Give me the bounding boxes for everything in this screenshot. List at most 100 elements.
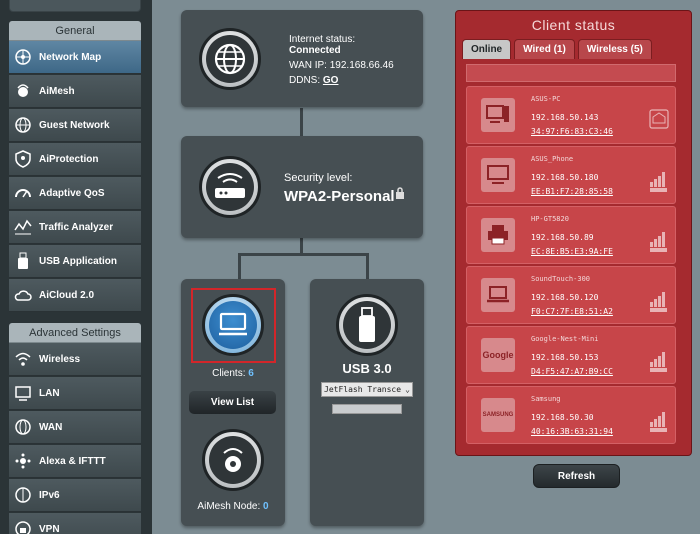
tab-wireless[interactable]: Wireless (5): [577, 39, 652, 59]
signal-strength-icon: [649, 169, 669, 193]
ipv6-icon: [13, 485, 33, 505]
sidebar-item-guest-network[interactable]: Guest Network: [9, 109, 141, 142]
signal-strength-icon: [649, 289, 669, 313]
client-ip: 192.168.50.30: [531, 413, 594, 422]
wireless-icon: [13, 349, 33, 369]
security-level-value: WPA2-Personal: [284, 188, 395, 205]
client-row[interactable]: SoundTouch-300 192.168.50.120 F0:C7:7F:E…: [466, 266, 676, 324]
client-ip: 192.168.50.180: [531, 173, 599, 182]
aimesh-node-icon[interactable]: [202, 429, 264, 491]
connector-line: [366, 253, 369, 279]
usb-card: USB 3.0 JetFlash Transce ⌄: [310, 279, 424, 526]
client-row[interactable]: ASUS-PC 192.168.50.143 34:97:F6:83:C3:46: [466, 86, 676, 144]
client-row[interactable]: SAMSUNG Samsung 192.168.50.30 40:16:3B:6…: [466, 386, 676, 444]
client-search-input[interactable]: [466, 64, 676, 82]
client-name: Samsung: [531, 395, 561, 403]
ddns-label: DDNS:: [289, 75, 321, 86]
client-status-title: Client status: [531, 17, 616, 33]
sidebar-item-wan[interactable]: WAN: [9, 411, 141, 444]
client-mac[interactable]: D4:F5:47:A7:B9:CC: [531, 367, 613, 376]
clients-monitor-icon[interactable]: [202, 294, 264, 356]
globe-icon: [199, 28, 261, 90]
usb-icon: [13, 251, 33, 271]
sidebar-item-alexa-ifttt[interactable]: Alexa & IFTTT: [9, 445, 141, 478]
aiprotection-icon: [13, 149, 33, 169]
sidebar-item-ipv6[interactable]: IPv6: [9, 479, 141, 512]
connector-line: [238, 253, 368, 256]
lock-icon: [395, 186, 405, 204]
client-row[interactable]: Google Google-Nest-Mini 192.168.50.153 D…: [466, 326, 676, 384]
sidebar-item-wireless[interactable]: Wireless: [9, 343, 141, 376]
traffic-analyzer-icon: [13, 217, 33, 237]
refresh-button[interactable]: Refresh: [533, 464, 620, 488]
laptop-icon: [481, 278, 515, 312]
client-name: SoundTouch-300: [531, 275, 591, 283]
chevron-down-icon: ⌄: [405, 385, 410, 394]
client-mac[interactable]: 34:97:F6:83:C3:46: [531, 127, 613, 136]
printer-icon: [481, 218, 515, 252]
clients-card: Clients: 6 View List AiMesh Node: 0: [181, 279, 285, 526]
client-ip: 192.168.50.89: [531, 233, 594, 242]
sidebar-item-aiprotection[interactable]: AiProtection: [9, 143, 141, 176]
sidebar-item-traffic-analyzer[interactable]: Traffic Analyzer: [9, 211, 141, 244]
sidebar-item-label: Traffic Analyzer: [39, 221, 114, 233]
qos-icon: [13, 183, 33, 203]
router-security-card[interactable]: Security level: WPA2-Personal: [181, 136, 423, 238]
sidebar-item-adaptive-qos[interactable]: Adaptive QoS: [9, 177, 141, 210]
wan-icon: [13, 417, 33, 437]
signal-strength-icon: [649, 349, 669, 373]
sidebar-item-usb-application[interactable]: USB Application: [9, 245, 141, 278]
client-row[interactable]: HP-GT5820 192.168.50.89 EC:8E:B5:E3:9A:F…: [466, 206, 676, 264]
usb-drive-icon[interactable]: [336, 294, 398, 356]
client-mac[interactable]: 40:16:3B:63:31:94: [531, 427, 613, 436]
usb-progress-bar: [332, 404, 402, 414]
client-mac[interactable]: EE:B1:F7:28:85:58: [531, 187, 613, 196]
guest-network-icon: [13, 115, 33, 135]
ddns-go-link[interactable]: GO: [323, 75, 339, 86]
sidebar-item-label: USB Application: [39, 255, 117, 267]
sidebar-item-vpn[interactable]: VPN: [9, 513, 141, 534]
client-mac[interactable]: F0:C7:7F:E8:51:A2: [531, 307, 613, 316]
sidebar-item-label: AiCloud 2.0: [39, 289, 95, 301]
sidebar-item-lan[interactable]: LAN: [9, 377, 141, 410]
sidebar-item-aimesh[interactable]: AiMesh: [9, 75, 141, 108]
connector-line: [300, 238, 303, 254]
sidebar-item-network-map[interactable]: Network Map: [9, 41, 141, 74]
tab-online[interactable]: Online: [462, 39, 512, 59]
client-row[interactable]: ASUS_Phone 192.168.50.180 EE:B1:F7:28:85…: [466, 146, 676, 204]
usb-title: USB 3.0: [342, 361, 392, 376]
tab-wired[interactable]: Wired (1): [514, 39, 575, 59]
sidebar-item-label: AiProtection: [39, 153, 99, 165]
internet-status-value: Connected: [289, 45, 341, 56]
network-map-icon: [13, 47, 33, 67]
connector-line: [300, 108, 303, 136]
wired-connection-icon: [649, 109, 669, 133]
usb-device-select[interactable]: JetFlash Transce ⌄: [321, 382, 413, 397]
clients-label: Clients:: [212, 368, 246, 379]
client-mac[interactable]: EC:8E:B5:E3:9A:FE: [531, 247, 613, 256]
sidebar-item-aicloud[interactable]: AiCloud 2.0: [9, 279, 141, 312]
advanced-settings-header: Advanced Settings: [9, 323, 141, 343]
client-name: ASUS-PC: [531, 95, 561, 103]
usb-device-name: JetFlash Transce: [324, 385, 402, 394]
sidebar: General Network Map AiMesh Guest Network…: [0, 0, 152, 534]
sidebar-item-label: Adaptive QoS: [39, 187, 105, 199]
cloud-icon: [13, 285, 33, 305]
client-name: ASUS_Phone: [531, 155, 574, 163]
client-status-panel: Client status Online Wired (1) Wireless …: [455, 10, 692, 456]
client-name: Google-Nest-Mini: [531, 335, 599, 343]
internet-status-card[interactable]: Internet status: Connected WAN IP: 192.1…: [181, 10, 423, 107]
google-logo-icon: Google: [481, 338, 515, 372]
sidebar-item-label: Network Map: [39, 51, 102, 63]
general-header: General: [9, 21, 141, 41]
sidebar-item-label: VPN: [39, 523, 60, 534]
sidebar-item-label: Wireless: [39, 353, 81, 365]
alexa-icon: [13, 451, 33, 471]
sidebar-item-label: AiMesh: [39, 85, 75, 97]
aimesh-node-count: 0: [263, 501, 269, 512]
client-ip: 192.168.50.120: [531, 293, 599, 302]
router-icon: [199, 156, 261, 218]
view-list-button[interactable]: View List: [189, 391, 276, 414]
samsung-logo-icon: SAMSUNG: [481, 398, 515, 432]
aimesh-icon: [13, 81, 33, 101]
